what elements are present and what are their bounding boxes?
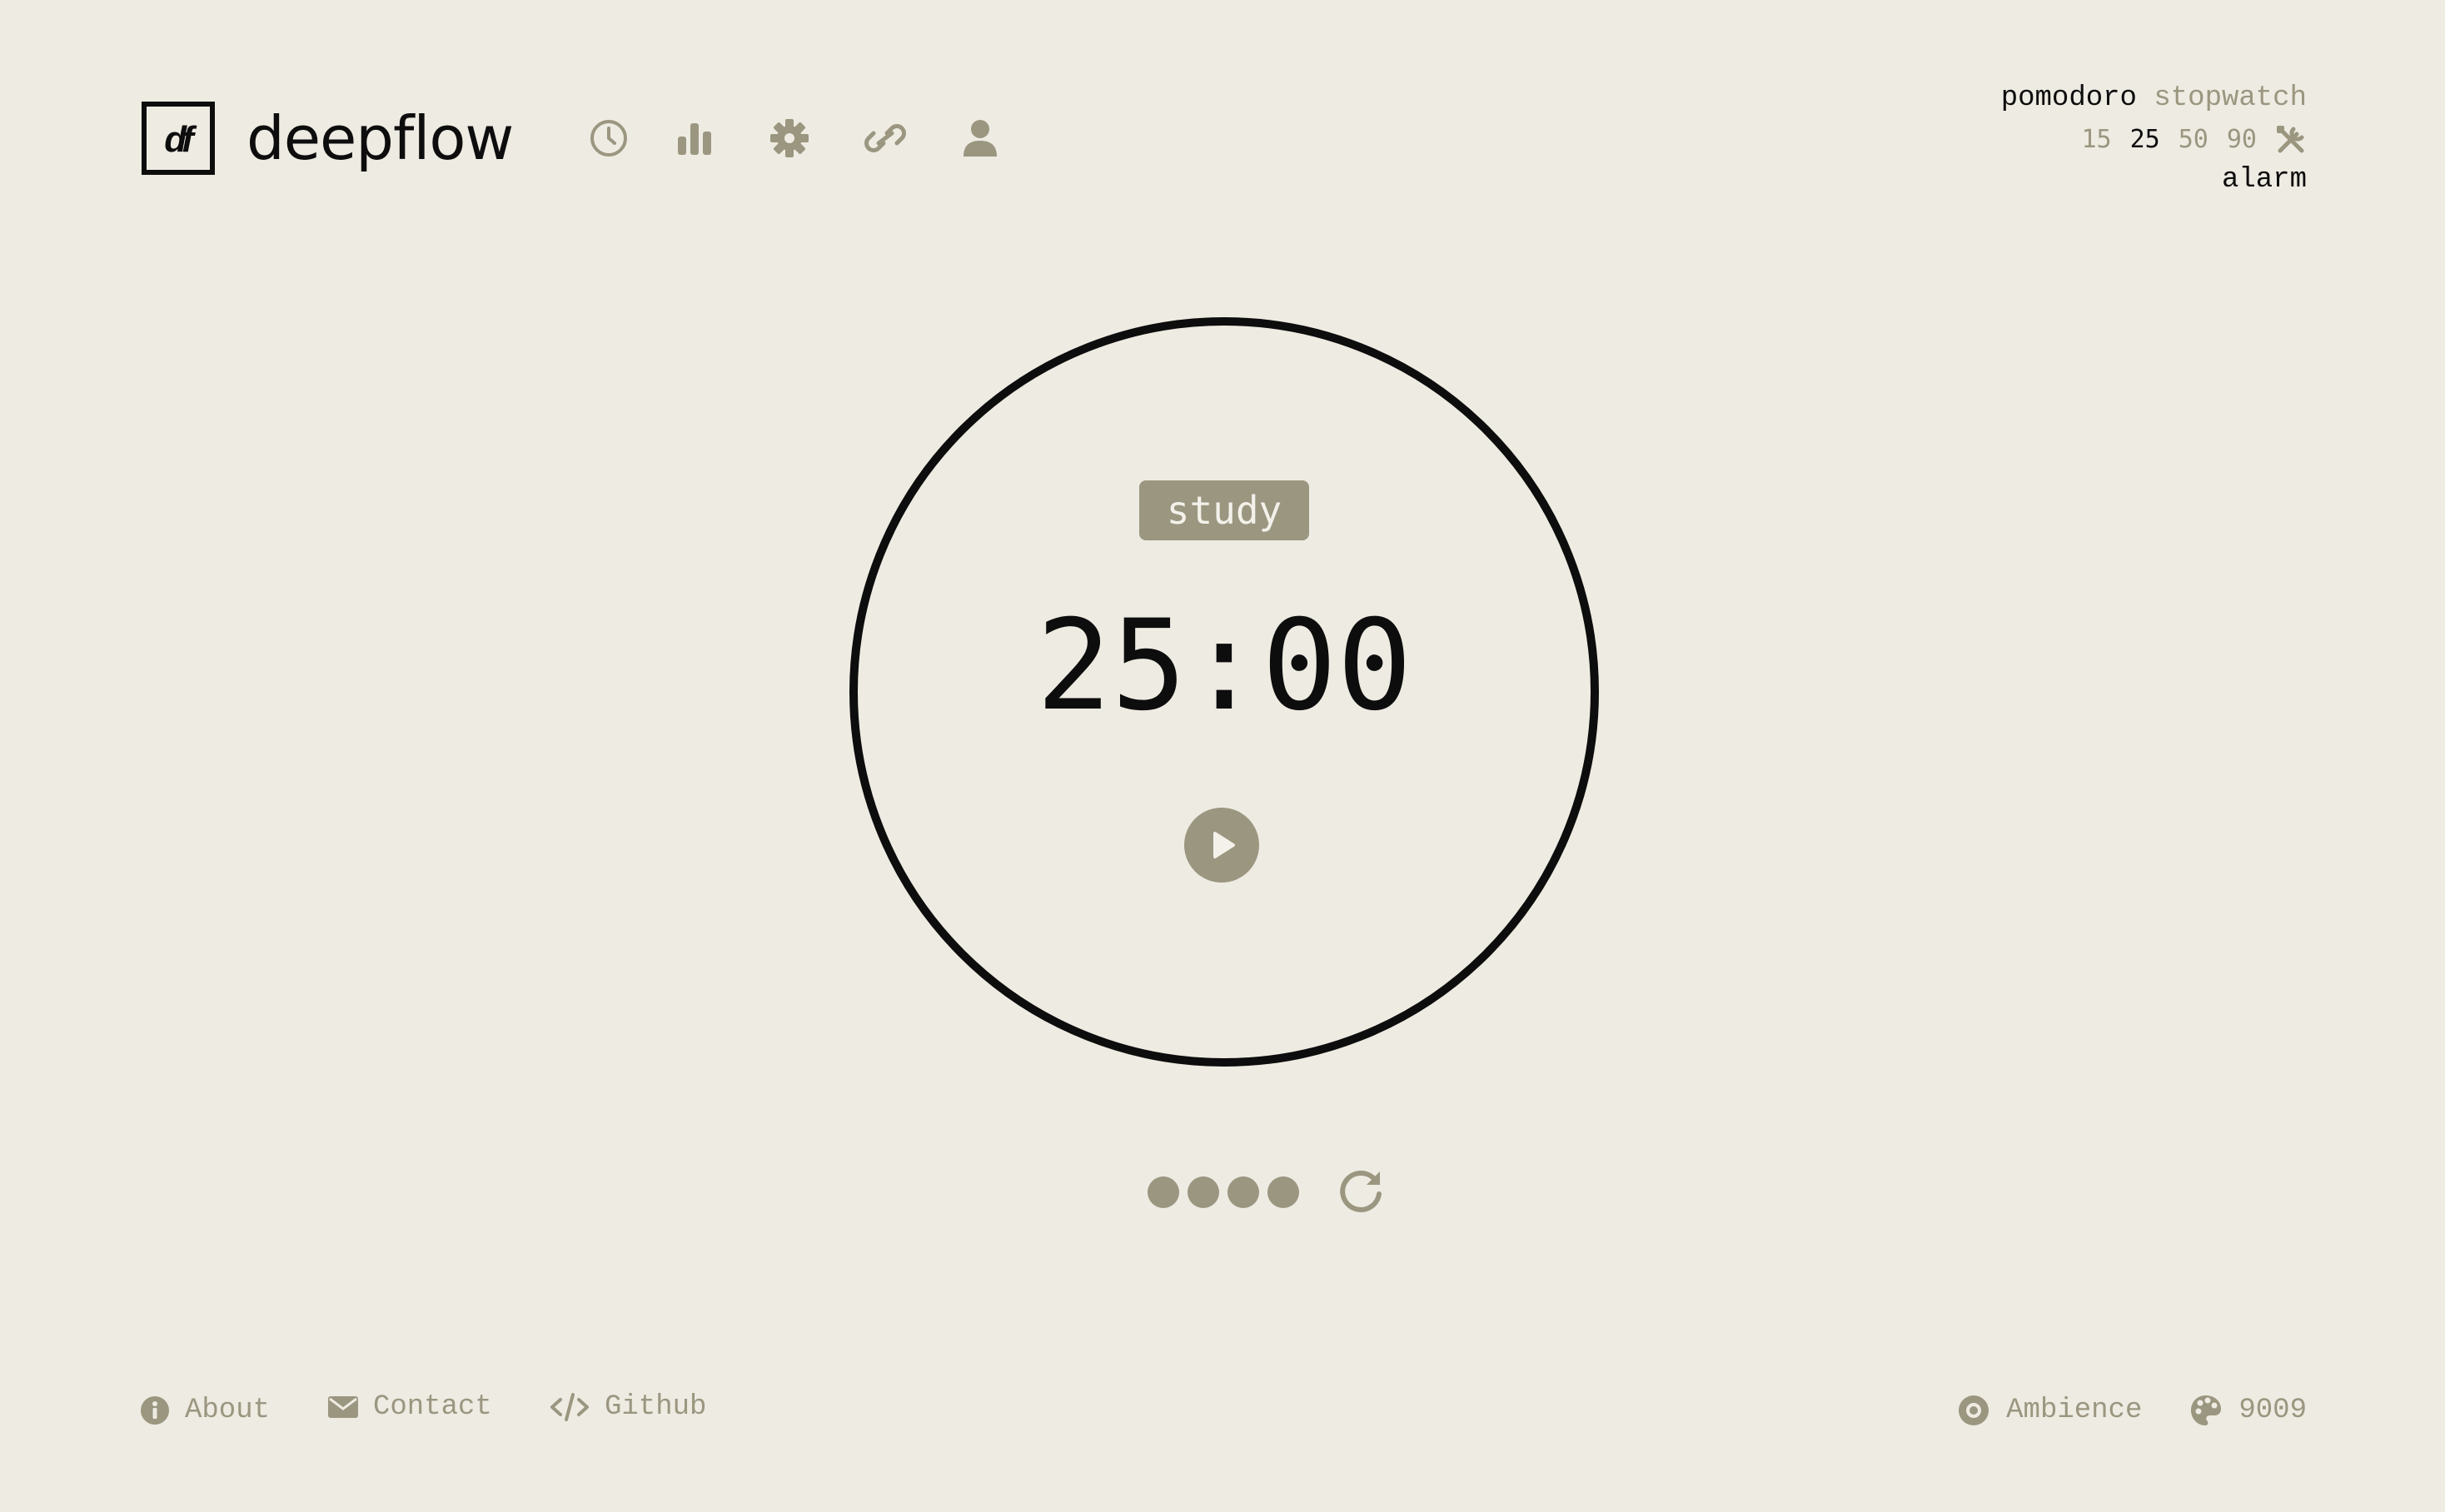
session-dot (1267, 1176, 1299, 1208)
about-label: About (185, 1395, 271, 1426)
session-type-badge[interactable]: study (1139, 480, 1309, 540)
contact-label: Contact (373, 1391, 492, 1423)
reset-icon (1340, 1171, 1382, 1212)
theme-label: 9009 (2238, 1395, 2307, 1426)
footer-right: Ambience 9009 (1958, 1392, 2307, 1429)
envelope-icon (328, 1396, 358, 1418)
timer-display: 25:00 (1036, 594, 1412, 739)
df-logo-mark: df (164, 119, 202, 160)
custom-duration-button[interactable] (2275, 124, 2307, 156)
mode-pomodoro[interactable]: pomodoro (2001, 82, 2137, 114)
duration-presets: 15 25 50 90 (2082, 122, 2308, 158)
link-icon (864, 124, 906, 152)
nav-stats-button[interactable] (670, 113, 720, 163)
logo-text: df (164, 119, 197, 160)
duration-50[interactable]: 50 (2179, 122, 2208, 158)
code-icon (550, 1393, 589, 1421)
nav-settings-button[interactable] (764, 113, 814, 163)
session-dot (1227, 1176, 1259, 1208)
bar-chart-icon (678, 123, 711, 155)
ambience-label: Ambience (2006, 1395, 2143, 1426)
alarm-button[interactable]: alarm (2222, 162, 2307, 198)
user-icon (964, 120, 997, 157)
reset-button[interactable] (1336, 1166, 1386, 1216)
about-link[interactable]: About (140, 1392, 270, 1429)
info-icon (141, 1396, 169, 1425)
duration-15[interactable]: 15 (2082, 122, 2112, 158)
nav-links-button[interactable] (860, 113, 910, 163)
github-link[interactable]: Github (550, 1389, 706, 1425)
nav-timer-button[interactable] (584, 113, 634, 163)
mode-switch: pomodoro stopwatch (2001, 80, 2307, 117)
theme-button[interactable]: 9009 (2190, 1395, 2307, 1426)
nav-profile-button[interactable] (955, 113, 1005, 163)
gear-icon (770, 119, 809, 157)
github-label: Github (605, 1391, 707, 1423)
clock-icon (590, 120, 627, 157)
mode-stopwatch[interactable]: stopwatch (2154, 82, 2307, 114)
logo[interactable]: df (142, 102, 215, 175)
session-dot (1188, 1176, 1219, 1208)
play-icon (1213, 832, 1235, 858)
session-dot (1148, 1176, 1179, 1208)
start-button[interactable] (1184, 808, 1259, 883)
duration-25[interactable]: 25 (2130, 122, 2160, 158)
app-name[interactable]: deepflow (246, 98, 514, 178)
duration-90[interactable]: 90 (2227, 122, 2257, 158)
disc-icon (1959, 1395, 1989, 1425)
ambience-button[interactable]: Ambience (1958, 1395, 2142, 1426)
palette-icon (2191, 1395, 2222, 1425)
tools-icon (2277, 126, 2304, 153)
contact-link[interactable]: Contact (328, 1389, 492, 1425)
session-progress (1148, 1176, 1307, 1209)
